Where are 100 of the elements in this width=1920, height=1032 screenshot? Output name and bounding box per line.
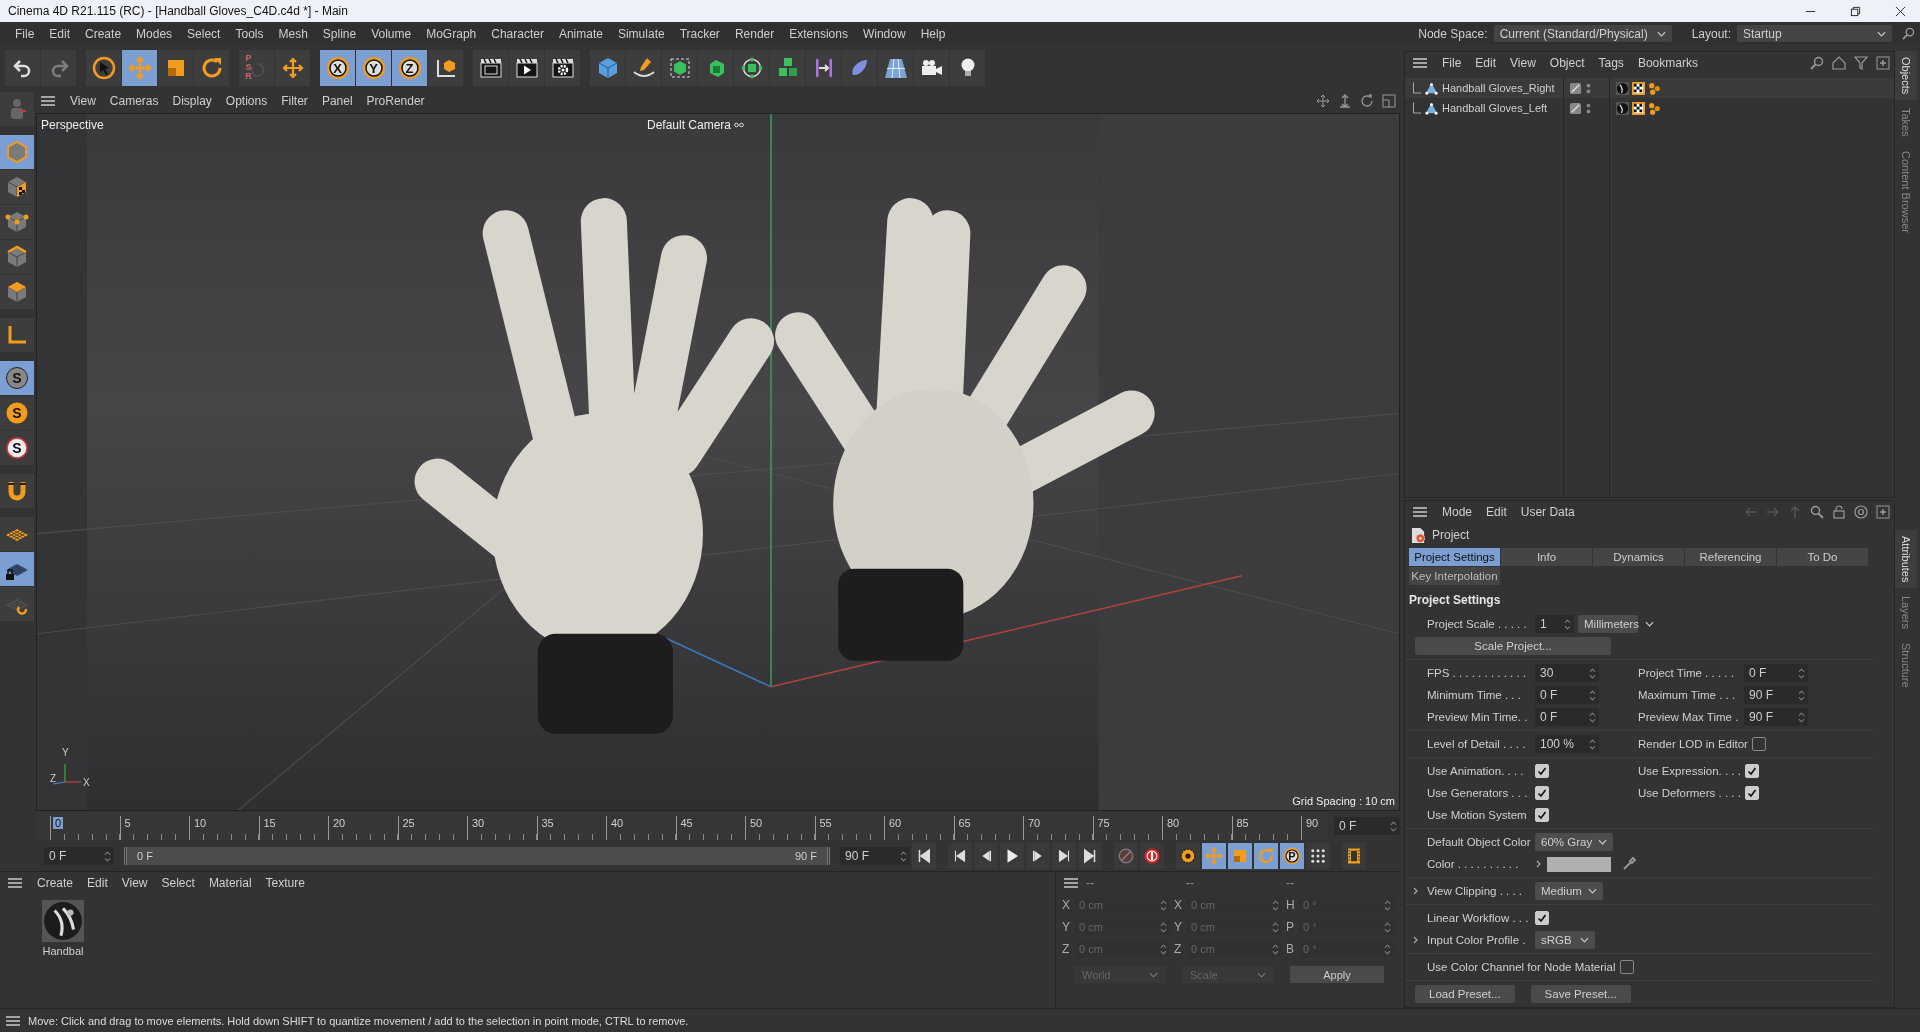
search-icon[interactable] xyxy=(1810,56,1824,70)
dropdown[interactable]: 60% Gray xyxy=(1535,833,1614,851)
checkbox[interactable] xyxy=(1751,737,1766,751)
toolbar-button[interactable]: Z xyxy=(392,49,427,86)
checkbox[interactable] xyxy=(1535,786,1549,800)
checker-tag-icon[interactable] xyxy=(1632,101,1645,115)
toolbar-button[interactable] xyxy=(878,49,913,86)
menu-item[interactable]: Select xyxy=(154,876,202,890)
menu-item[interactable]: Tools xyxy=(228,26,272,41)
tool-button[interactable] xyxy=(0,552,34,586)
rotate-icon[interactable] xyxy=(1360,94,1374,108)
menu-item[interactable]: Spline xyxy=(315,26,365,41)
lock-icon[interactable] xyxy=(1832,505,1846,519)
range-slider[interactable] xyxy=(127,847,827,865)
transport-button[interactable] xyxy=(1052,843,1076,869)
tab[interactable]: Key Interpolation xyxy=(1409,567,1500,585)
tab[interactable]: To Do xyxy=(1777,548,1868,566)
checkbox[interactable] xyxy=(1744,764,1759,778)
edit-icon[interactable] xyxy=(1569,81,1582,95)
menu-item[interactable]: Mode xyxy=(1435,505,1480,519)
dropdown[interactable]: sRGB xyxy=(1535,931,1595,949)
tool-button[interactable] xyxy=(0,517,34,551)
tool-button[interactable]: S xyxy=(0,396,34,430)
toolbar-button[interactable] xyxy=(626,49,661,86)
number-field[interactable]: 0 F xyxy=(1744,664,1808,682)
checkbox[interactable] xyxy=(1535,764,1549,778)
button[interactable]: Scale Project... xyxy=(1415,637,1611,655)
dropdown[interactable]: Medium xyxy=(1535,882,1603,900)
material-tag-icon[interactable] xyxy=(1616,101,1629,115)
menu-item[interactable]: Panel xyxy=(314,94,360,108)
menu-item[interactable]: Extensions xyxy=(782,26,856,41)
close-icon[interactable] xyxy=(1895,5,1906,17)
add-icon[interactable] xyxy=(1876,505,1890,519)
menu-item[interactable]: File xyxy=(8,26,43,41)
visibility-dots-icon[interactable] xyxy=(1586,81,1591,95)
transport-button[interactable] xyxy=(1026,843,1050,869)
menu-item[interactable]: Edit xyxy=(1468,56,1504,70)
toolbar-button[interactable] xyxy=(86,49,121,86)
toolbar-button[interactable] xyxy=(194,49,229,86)
menu-item[interactable]: Volume xyxy=(364,26,420,41)
toolbar-button[interactable] xyxy=(545,49,580,86)
toolbar-button[interactable] xyxy=(5,49,40,86)
target-icon[interactable] xyxy=(1854,505,1868,519)
transport-button[interactable] xyxy=(1306,843,1330,869)
menu-icon[interactable] xyxy=(1064,878,1078,888)
checkbox[interactable] xyxy=(1535,808,1549,822)
checkbox[interactable] xyxy=(1619,960,1634,974)
transport-button[interactable] xyxy=(1176,843,1200,869)
add-icon[interactable] xyxy=(1876,56,1890,70)
restore-icon[interactable] xyxy=(1850,5,1861,17)
menu-item[interactable]: Edit xyxy=(1479,505,1514,519)
end-frame-field[interactable]: 90 F xyxy=(840,847,910,865)
material-tag-icon[interactable] xyxy=(1616,81,1629,95)
tool-button[interactable] xyxy=(0,275,34,309)
filter-icon[interactable] xyxy=(1854,56,1868,70)
dots-tag-icon[interactable] xyxy=(1648,101,1661,115)
menu-icon[interactable] xyxy=(6,1015,20,1026)
home-icon[interactable] xyxy=(1832,56,1846,70)
tab[interactable]: Project Settings xyxy=(1409,548,1500,566)
search-icon[interactable] xyxy=(1810,505,1824,519)
checkbox[interactable] xyxy=(1744,786,1759,800)
menu-item[interactable]: Create xyxy=(78,26,130,41)
menu-item[interactable]: Help xyxy=(913,26,954,41)
transport-button[interactable] xyxy=(1140,843,1164,869)
menu-item[interactable]: MoGraph xyxy=(419,26,485,41)
transport-button[interactable]: P xyxy=(1280,843,1304,869)
object-name[interactable]: Handball Gloves_Right xyxy=(1442,82,1555,94)
toolbar-button[interactable] xyxy=(806,49,841,86)
menu-item[interactable]: Render xyxy=(727,26,783,41)
menu-item[interactable]: ProRender xyxy=(359,94,432,108)
menu-item[interactable]: Mesh xyxy=(271,26,316,41)
number-field[interactable]: 30 xyxy=(1535,664,1599,682)
dots-tag-icon[interactable] xyxy=(1648,81,1661,95)
number-field[interactable]: 90 F xyxy=(1744,686,1808,704)
toolbar-button[interactable]: X xyxy=(320,49,355,86)
tool-button[interactable]: S xyxy=(0,431,34,465)
tool-button[interactable] xyxy=(0,474,34,508)
transport-button[interactable] xyxy=(1000,843,1024,869)
tool-button[interactable]: S xyxy=(0,361,34,395)
maximize-icon[interactable] xyxy=(1382,94,1396,108)
number-field[interactable]: 100 % xyxy=(1535,735,1599,753)
menu-item[interactable]: View xyxy=(63,94,103,108)
toolbar-button[interactable] xyxy=(122,49,157,86)
tool-button[interactable] xyxy=(0,240,34,274)
tab[interactable]: Info xyxy=(1501,548,1592,566)
chevron-icon[interactable] xyxy=(1412,887,1420,895)
menu-icon[interactable] xyxy=(8,878,22,888)
menu-icon[interactable] xyxy=(1413,58,1427,68)
menu-item[interactable]: File xyxy=(1435,56,1469,70)
transport-button[interactable] xyxy=(1342,843,1366,869)
menu-item[interactable]: Tags xyxy=(1591,56,1631,70)
transport-button[interactable] xyxy=(974,843,998,869)
number-field[interactable]: 1 xyxy=(1535,615,1574,633)
menu-item[interactable]: Material xyxy=(201,876,259,890)
menu-item[interactable]: Options xyxy=(218,94,275,108)
tool-button[interactable] xyxy=(0,318,34,352)
transport-button[interactable] xyxy=(912,843,936,869)
menu-item[interactable]: Filter xyxy=(274,94,315,108)
toolbar-button[interactable] xyxy=(428,49,463,86)
menu-item[interactable]: View xyxy=(114,876,155,890)
